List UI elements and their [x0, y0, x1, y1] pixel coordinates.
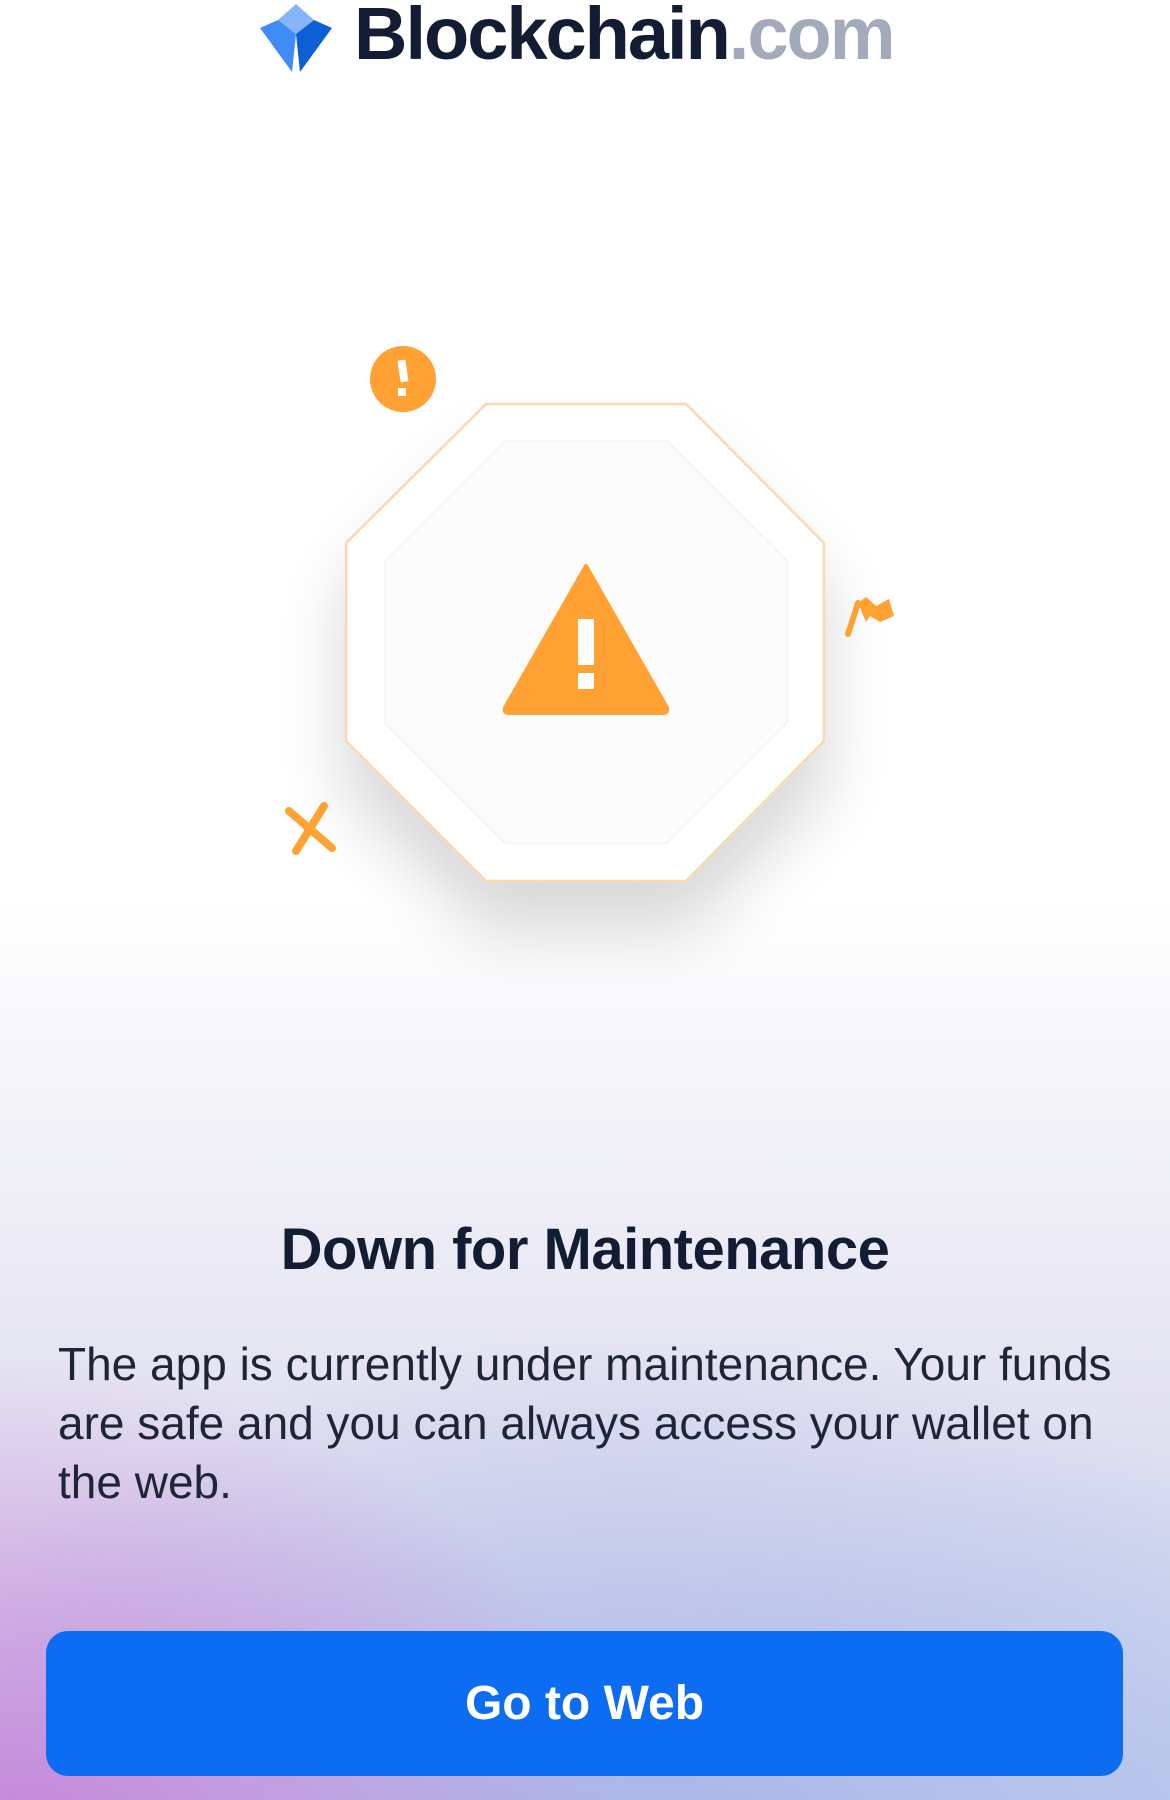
blockchain-cube-logo-icon: [260, 4, 332, 72]
go-to-web-button-label: Go to Web: [464, 1677, 705, 1730]
brand-wordmark: Blockchain.com: [354, 0, 896, 71]
x-mark-icon: [285, 802, 336, 855]
page-title: Down for Maintenance: [280, 1217, 890, 1282]
brand-tld: .com: [728, 0, 896, 75]
brand-logo: Blockchain.com: [258, 0, 896, 76]
go-to-web-button[interactable]: Go to Web: [46, 1631, 1123, 1776]
maintenance-illustration: [240, 320, 960, 1020]
maintenance-description: The app is currently under maintenance. …: [58, 1338, 1112, 1508]
flag-icon: [845, 597, 894, 637]
exclamation-circle-icon: [370, 346, 436, 412]
brand-name: Blockchain: [354, 0, 731, 75]
